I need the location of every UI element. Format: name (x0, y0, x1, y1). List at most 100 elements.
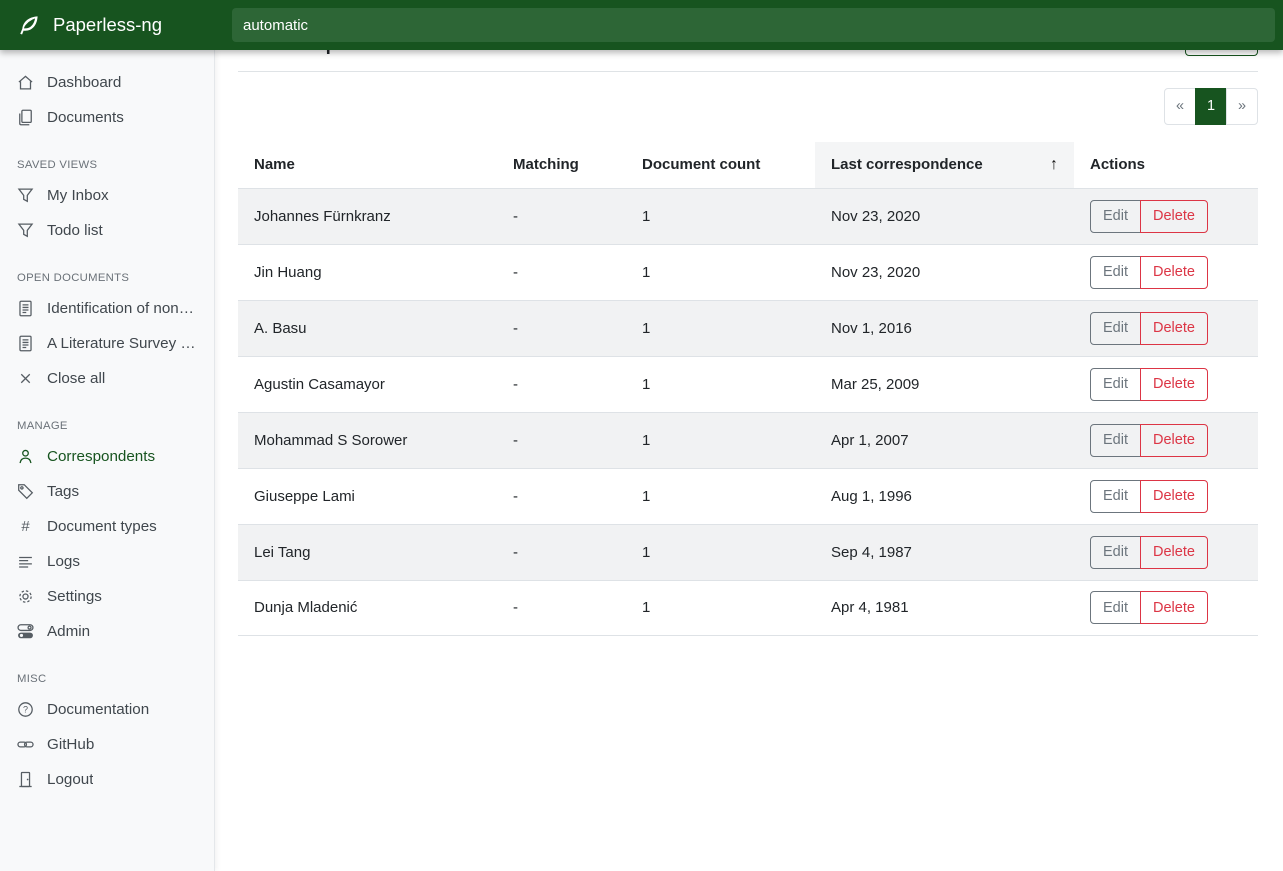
delete-button[interactable]: Delete (1140, 312, 1208, 345)
close-icon (17, 370, 34, 387)
edit-button[interactable]: Edit (1090, 591, 1141, 624)
brand-name: Paperless-ng (53, 14, 162, 36)
cell-matching: - (497, 580, 626, 636)
document-count-value: 1 (642, 488, 650, 505)
row-actions: Edit Delete (1090, 591, 1208, 624)
matching-value: - (513, 376, 518, 393)
cell-name: Agustin Casamayor (238, 356, 497, 412)
sidebar-item-logout[interactable]: Logout (0, 762, 214, 797)
pagination-prev[interactable]: « (1164, 88, 1196, 125)
brand-link[interactable]: Paperless-ng (0, 14, 215, 37)
cell-document-count: 1 (626, 244, 815, 300)
sidebar-item-open-document-2[interactable]: A Literature Survey on ... (0, 326, 214, 361)
sidebar-item-documentation[interactable]: ? Documentation (0, 692, 214, 727)
column-header-name[interactable]: Name (238, 142, 497, 188)
cell-actions: Edit Delete (1074, 356, 1258, 412)
sidebar-item-settings[interactable]: Settings (0, 579, 214, 614)
sidebar-item-dashboard[interactable]: Dashboard (0, 65, 214, 100)
cell-name: Giuseppe Lami (238, 468, 497, 524)
column-header-document-count[interactable]: Document count (626, 142, 815, 188)
sidebar-item-my-inbox[interactable]: My Inbox (0, 178, 214, 213)
document-count-value: 1 (642, 320, 650, 337)
row-actions: Edit Delete (1090, 200, 1208, 233)
cell-matching: - (497, 356, 626, 412)
cell-matching: - (497, 300, 626, 356)
column-header-matching[interactable]: Matching (497, 142, 626, 188)
table-row: Jin Huang - 1 Nov 23, 2020 Edit Delete (238, 244, 1258, 300)
sidebar-item-label: Tags (47, 483, 79, 500)
delete-button[interactable]: Delete (1140, 591, 1208, 624)
sidebar-item-tags[interactable]: Tags (0, 474, 214, 509)
edit-button[interactable]: Edit (1090, 424, 1141, 457)
document-count-value: 1 (642, 264, 650, 281)
correspondent-name: Mohammad S Sorower (254, 432, 407, 449)
gear-icon (17, 588, 34, 605)
sidebar-item-close-all[interactable]: Close all (0, 361, 214, 396)
pagination-page-1[interactable]: 1 (1195, 88, 1227, 125)
main-content: Correspondents Create « 1 » Name Matchin… (215, 0, 1283, 636)
question-circle-icon: ? (17, 701, 34, 718)
edit-button[interactable]: Edit (1090, 368, 1141, 401)
cell-last-correspondence: Nov 1, 2016 (815, 300, 1074, 356)
sidebar-item-label: My Inbox (47, 187, 109, 204)
sidebar-item-github[interactable]: GitHub (0, 727, 214, 762)
cell-name: A. Basu (238, 300, 497, 356)
sidebar-item-logs[interactable]: Logs (0, 544, 214, 579)
pagination-next[interactable]: » (1226, 88, 1258, 125)
row-actions: Edit Delete (1090, 424, 1208, 457)
delete-button[interactable]: Delete (1140, 480, 1208, 513)
edit-button[interactable]: Edit (1090, 200, 1141, 233)
edit-button[interactable]: Edit (1090, 480, 1141, 513)
cell-last-correspondence: Nov 23, 2020 (815, 188, 1074, 244)
cell-last-correspondence: Sep 4, 1987 (815, 524, 1074, 580)
delete-button[interactable]: Delete (1140, 368, 1208, 401)
table-row: Agustin Casamayor - 1 Mar 25, 2009 Edit … (238, 356, 1258, 412)
section-title-open-documents: OPEN DOCUMENTS (17, 272, 197, 284)
edit-button[interactable]: Edit (1090, 312, 1141, 345)
delete-button[interactable]: Delete (1140, 200, 1208, 233)
edit-button[interactable]: Edit (1090, 256, 1141, 289)
correspondent-name: Johannes Fürnkranz (254, 208, 391, 225)
section-title-saved-views: SAVED VIEWS (17, 159, 197, 171)
correspondent-name: Jin Huang (254, 264, 322, 281)
table-row: Johannes Fürnkranz - 1 Nov 23, 2020 Edit… (238, 188, 1258, 244)
sidebar-item-documents[interactable]: Documents (0, 100, 214, 135)
cell-last-correspondence: Apr 1, 2007 (815, 412, 1074, 468)
cell-actions: Edit Delete (1074, 524, 1258, 580)
search-input[interactable] (232, 8, 1275, 42)
pagination-row: « 1 » (238, 88, 1258, 125)
delete-button[interactable]: Delete (1140, 424, 1208, 457)
edit-button[interactable]: Edit (1090, 536, 1141, 569)
file-text-icon (17, 300, 34, 317)
last-correspondence-value: Mar 25, 2009 (831, 376, 919, 393)
sidebar-item-todo-list[interactable]: Todo list (0, 213, 214, 248)
column-header-last-correspondence[interactable]: Last correspondence ↑ (815, 142, 1074, 188)
matching-value: - (513, 208, 518, 225)
list-lines-icon (17, 553, 34, 570)
row-actions: Edit Delete (1090, 368, 1208, 401)
delete-button[interactable]: Delete (1140, 256, 1208, 289)
sidebar-item-admin[interactable]: Admin (0, 614, 214, 649)
document-count-value: 1 (642, 208, 650, 225)
delete-button[interactable]: Delete (1140, 536, 1208, 569)
sidebar-item-label: Settings (47, 588, 102, 605)
sidebar-item-open-document-1[interactable]: Identification of non-fu... (0, 291, 214, 326)
cell-actions: Edit Delete (1074, 468, 1258, 524)
header-divider (238, 71, 1258, 72)
sidebar-item-label: Document types (47, 518, 157, 535)
table-row: Mohammad S Sorower - 1 Apr 1, 2007 Edit … (238, 412, 1258, 468)
door-icon (17, 771, 34, 788)
last-correspondence-value: Sep 4, 1987 (831, 544, 912, 561)
cell-last-correspondence: Apr 4, 1981 (815, 580, 1074, 636)
filter-icon (17, 222, 34, 239)
sidebar-item-document-types[interactable]: # Document types (0, 509, 214, 544)
person-icon (17, 448, 34, 465)
column-header-actions: Actions (1074, 142, 1258, 188)
row-actions: Edit Delete (1090, 312, 1208, 345)
sidebar: Dashboard Documents SAVED VIEWS My Inbox… (0, 50, 215, 871)
document-count-value: 1 (642, 376, 650, 393)
correspondent-name: A. Basu (254, 320, 307, 337)
last-correspondence-value: Nov 1, 2016 (831, 320, 912, 337)
document-count-value: 1 (642, 544, 650, 561)
sidebar-item-correspondents[interactable]: Correspondents (0, 439, 214, 474)
